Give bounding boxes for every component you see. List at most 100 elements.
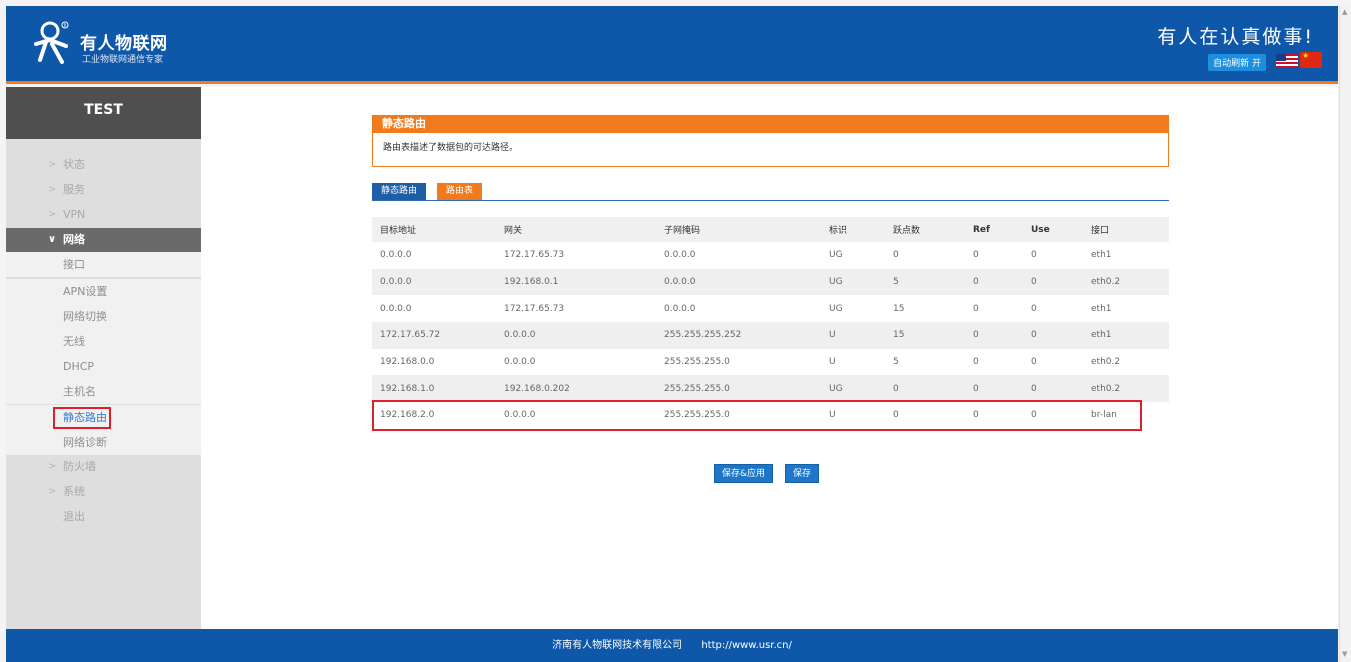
sidebar-item-label: 退出 xyxy=(63,510,85,523)
sidebar-subitem-apn[interactable]: APN设置 xyxy=(6,279,201,304)
table-cell: 0.0.0.0 xyxy=(656,242,821,269)
scroll-up-icon[interactable]: ▲ xyxy=(1342,8,1347,16)
table-cell: eth1 xyxy=(1083,295,1169,323)
sidebar-item-services[interactable]: > 服务 xyxy=(6,178,201,202)
chevron-right-icon: > xyxy=(48,159,57,170)
sidebar-item-network[interactable]: ∨ 网络 xyxy=(6,228,201,252)
scroll-down-icon[interactable]: ▼ xyxy=(1342,650,1347,658)
sidebar-subitem-hostname[interactable]: 主机名 xyxy=(6,379,201,404)
table-cell: 0 xyxy=(965,348,1023,376)
table-cell: eth0.2 xyxy=(1083,268,1169,296)
sidebar-subitem-label: 网络切换 xyxy=(63,310,107,323)
table-cell: 0.0.0.0 xyxy=(496,402,656,429)
table-cell: UG xyxy=(821,295,885,323)
table-cell: 0 xyxy=(885,242,965,269)
routing-table-body: 0.0.0.0 172.17.65.73 0.0.0.0 UG 0 0 0 eth1 0.0.0… xyxy=(372,242,1169,429)
sidebar-subitem-static-route[interactable]: 静态路由 xyxy=(6,405,201,430)
footer: 济南有人物联网技术有限公司 http://www.usr.cn/ xyxy=(6,629,1338,662)
table-cell: 0 xyxy=(1023,402,1083,429)
table-row: 0.0.0.0 172.17.65.73 0.0.0.0 UG 0 0 0 eth1 xyxy=(372,242,1169,269)
sidebar-subitem-label: 主机名 xyxy=(63,385,96,398)
table-cell: 0.0.0.0 xyxy=(656,295,821,323)
sidebar-subitem-dhcp[interactable]: DHCP xyxy=(6,354,201,379)
vertical-scrollbar[interactable]: ▲ ▼ xyxy=(1339,6,1351,662)
table-header-row: 目标地址 网关 子网掩码 标识 跃点数 Ref Use 接口 xyxy=(372,217,1169,242)
table-cell: eth0.2 xyxy=(1083,348,1169,376)
sidebar-subitem-label: 接口 xyxy=(63,258,85,271)
column-header-ref: Ref xyxy=(965,217,1023,242)
table-cell: 15 xyxy=(885,295,965,323)
sidebar-item-label: 防火墙 xyxy=(63,460,96,473)
table-cell: 192.168.0.0 xyxy=(372,348,496,376)
save-button[interactable]: 保存 xyxy=(785,464,820,483)
page: R 有人物联网 工业物联网通信专家 有人在认真做事! 自动刷新 开 TEST >… xyxy=(0,0,1351,662)
sidebar-item-firewall[interactable]: > 防火墙 xyxy=(6,455,201,479)
table-cell: br-lan xyxy=(1083,402,1169,429)
sidebar-subitem-label: DHCP xyxy=(63,360,95,373)
table-cell: 0.0.0.0 xyxy=(372,295,496,323)
table-cell: UG xyxy=(821,268,885,296)
tab-bar: 静态路由 路由表 xyxy=(372,183,1169,201)
sidebar-item-system[interactable]: > 系统 xyxy=(6,480,201,504)
sidebar-item-label: VPN xyxy=(63,208,86,221)
auto-refresh-toggle[interactable]: 自动刷新 开 xyxy=(1208,54,1266,71)
us-flag-icon[interactable] xyxy=(1276,54,1298,67)
table-cell: 192.168.2.0 xyxy=(372,402,496,429)
table-cell: 0 xyxy=(1023,242,1083,269)
table-cell: UG xyxy=(821,375,885,403)
table-cell: 192.168.0.202 xyxy=(496,375,656,403)
main-content: 静态路由 路由表描述了数据包的可达路径。 静态路由 路由表 目标地址 网关 子网… xyxy=(201,87,1338,629)
sidebar-subitem-label: 无线 xyxy=(63,335,85,348)
slogan: 有人在认真做事! xyxy=(1157,26,1314,48)
table-cell: 0 xyxy=(965,402,1023,429)
sidebar-subitem-network-switch[interactable]: 网络切换 xyxy=(6,304,201,329)
sidebar-subitem-diagnostics[interactable]: 网络诊断 xyxy=(6,430,201,455)
table-cell: 255.255.255.0 xyxy=(656,348,821,376)
tab-routing-table[interactable]: 路由表 xyxy=(437,183,483,200)
brand-subtitle: 工业物联网通信专家 xyxy=(82,55,164,65)
sidebar-item-vpn[interactable]: > VPN xyxy=(6,203,201,227)
sidebar-item-logout[interactable]: 退出 xyxy=(6,505,201,529)
table-cell: 0 xyxy=(1023,375,1083,403)
save-apply-button[interactable]: 保存&应用 xyxy=(714,464,774,483)
table-cell: 0 xyxy=(965,295,1023,323)
chevron-right-icon: > xyxy=(48,461,57,472)
table-cell: U xyxy=(821,322,885,349)
column-header-flags: 标识 xyxy=(821,217,885,242)
sidebar-item-status[interactable]: > 状态 xyxy=(6,153,201,177)
table-cell: 255.255.255.0 xyxy=(656,375,821,403)
table-row: 0.0.0.0 172.17.65.73 0.0.0.0 UG 15 0 0 eth1 xyxy=(372,295,1169,323)
column-header-gateway: 网关 xyxy=(496,217,656,242)
tab-static-route[interactable]: 静态路由 xyxy=(372,183,427,200)
table-cell: 15 xyxy=(885,322,965,349)
svg-text:R: R xyxy=(64,23,67,28)
table-cell: 172.17.65.73 xyxy=(496,242,656,269)
sidebar-item-label: 服务 xyxy=(63,183,85,196)
table-row: 192.168.2.0 0.0.0.0 255.255.255.0 U 0 0 0 br-la… xyxy=(372,402,1169,429)
table-cell: 0 xyxy=(1023,322,1083,349)
routing-table: 目标地址 网关 子网掩码 标识 跃点数 Ref Use 接口 0.0.0.0 17… xyxy=(372,217,1169,429)
table-cell: U xyxy=(821,348,885,376)
table-cell: 172.17.65.73 xyxy=(496,295,656,323)
panel-title: 静态路由 xyxy=(372,115,1169,133)
footer-url-link[interactable]: http://www.usr.cn/ xyxy=(701,640,792,651)
table-cell: 0.0.0.0 xyxy=(372,268,496,296)
chevron-right-icon: > xyxy=(48,184,57,195)
chevron-down-icon: ∨ xyxy=(48,234,57,245)
cn-flag-icon[interactable] xyxy=(1300,51,1322,68)
brand-name: 有人物联网 xyxy=(80,34,168,54)
sidebar-subitem-label: APN设置 xyxy=(63,285,108,298)
sidebar-subitem-wireless[interactable]: 无线 xyxy=(6,329,201,354)
sidebar-subitem-interface[interactable]: 接口 xyxy=(6,252,201,277)
column-header-interface: 接口 xyxy=(1083,217,1169,242)
chevron-right-icon: > xyxy=(48,209,57,220)
table-cell: 0 xyxy=(885,402,965,429)
table-row: 0.0.0.0 192.168.0.1 0.0.0.0 UG 5 0 0 eth0.2 xyxy=(372,268,1169,296)
table-cell: 0 xyxy=(1023,348,1083,376)
table-cell: 0 xyxy=(965,375,1023,403)
sidebar-item-label: 状态 xyxy=(63,158,85,171)
footer-company: 济南有人物联网技术有限公司 xyxy=(552,640,683,651)
column-header-destination: 目标地址 xyxy=(372,217,496,242)
sidebar: TEST > 状态 > 服务 > VPN ∨ 网络 接口 APN设置 网络切换 … xyxy=(6,87,201,629)
table-cell: 192.168.1.0 xyxy=(372,375,496,403)
